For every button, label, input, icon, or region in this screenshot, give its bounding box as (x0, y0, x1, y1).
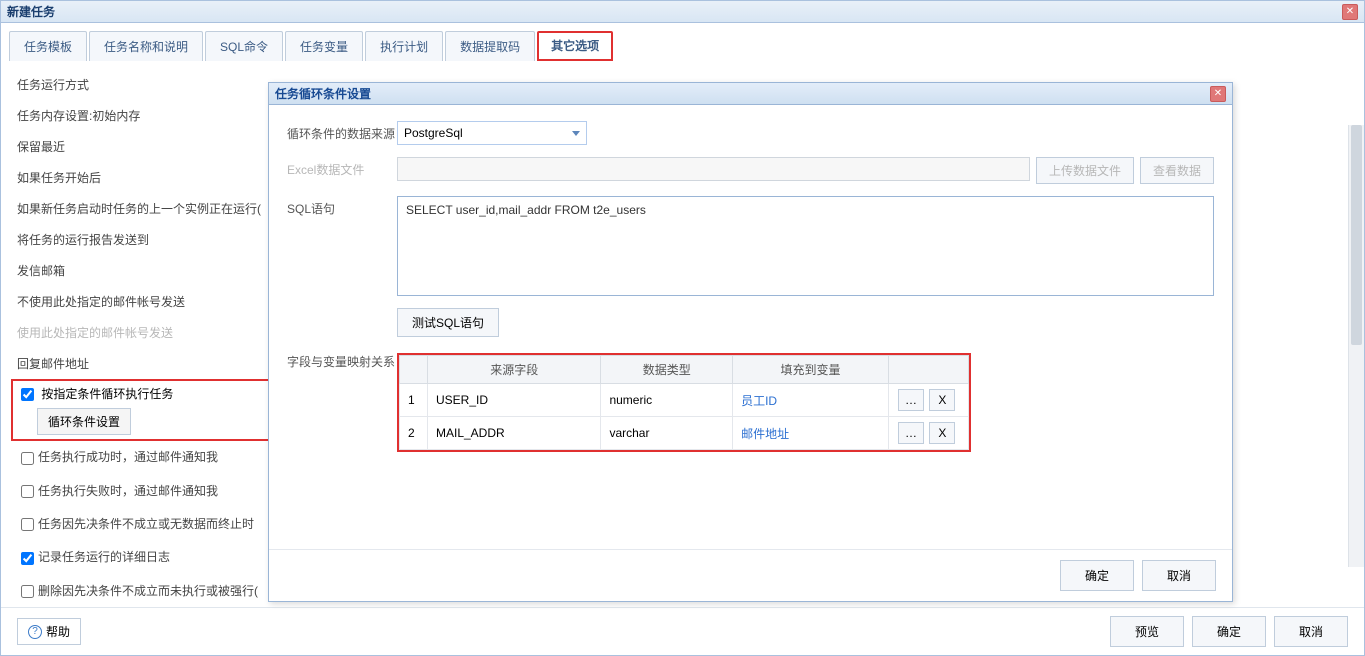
chevron-down-icon (572, 131, 580, 136)
remove-button[interactable]: X (929, 389, 955, 411)
loop-settings-button[interactable]: 循环条件设置 (37, 408, 131, 435)
remove-button[interactable]: X (929, 422, 955, 444)
help-icon: ? (28, 625, 42, 639)
tabs: 任务模板 任务名称和说明 SQL命令 任务变量 执行计划 数据提取码 其它选项 (1, 23, 1364, 61)
test-sql-button[interactable]: 测试SQL语句 (397, 308, 499, 337)
tab-schedule[interactable]: 执行计划 (365, 31, 443, 61)
sql-label: SQL语句 (287, 196, 397, 217)
data-source-select[interactable]: PostgreSql (397, 121, 587, 145)
scroll-thumb[interactable] (1351, 125, 1362, 345)
dialog-cancel-button[interactable]: 取消 (1142, 560, 1216, 591)
close-icon[interactable]: ✕ (1342, 4, 1358, 20)
cb3[interactable] (21, 518, 34, 531)
cb1[interactable] (21, 452, 34, 465)
help-button[interactable]: ? 帮助 (17, 618, 81, 645)
tab-sql[interactable]: SQL命令 (205, 31, 283, 61)
dialog-close-icon[interactable]: ✕ (1210, 86, 1226, 102)
window-title: 新建任务 (7, 3, 1342, 20)
cancel-button[interactable]: 取消 (1274, 616, 1348, 647)
opt-keep-recent: 保留最近 (17, 131, 277, 162)
excel-path-input (397, 157, 1030, 181)
loop-label: 按指定条件循环执行任务 (41, 387, 173, 401)
cb-row-2: 任务执行失败时，通过邮件通知我 (17, 475, 277, 508)
var-link[interactable]: 员工ID (733, 384, 889, 417)
loop-checkbox[interactable] (21, 388, 34, 401)
tab-variables[interactable]: 任务变量 (285, 31, 363, 61)
opt-memory: 任务内存设置:初始内存 (17, 100, 277, 131)
dialog-ok-button[interactable]: 确定 (1060, 560, 1134, 591)
loop-settings-dialog: 任务循环条件设置 ✕ 循环条件的数据来源 PostgreSql Excel数据文… (268, 82, 1233, 602)
mapping-label: 字段与变量映射关系 (287, 349, 397, 370)
sql-textarea[interactable]: SELECT user_id,mail_addr FROM t2e_users (397, 196, 1214, 296)
browse-button[interactable]: … (898, 422, 924, 444)
opt-send-mailbox: 发信邮箱 (17, 255, 277, 286)
cb-row-3: 任务因先决条件不成立或无数据而终止时 (17, 508, 277, 541)
opt-reply-addr: 回复邮件地址 (17, 348, 277, 379)
cb2[interactable] (21, 485, 34, 498)
opt-if-start: 如果任务开始后 (17, 162, 277, 193)
mapping-highlight: 来源字段 数据类型 填充到变量 1 USER_ID numeric 员工ID (397, 353, 971, 452)
excel-label: Excel数据文件 (287, 157, 397, 178)
col-var: 填充到变量 (733, 356, 889, 384)
ok-button[interactable]: 确定 (1192, 616, 1266, 647)
cb-row-5: 删除因先决条件不成立而未执行或被强行( (17, 575, 277, 607)
data-source-value: PostgreSql (404, 126, 463, 140)
tab-extract[interactable]: 数据提取码 (445, 31, 535, 61)
opt-report-to: 将任务的运行报告发送到 (17, 224, 277, 255)
var-link[interactable]: 邮件地址 (733, 417, 889, 450)
data-source-label: 循环条件的数据来源 (287, 121, 397, 142)
option-list: 任务运行方式 任务内存设置:初始内存 保留最近 如果任务开始后 如果新任务启动时… (17, 69, 277, 607)
dialog-title: 任务循环条件设置 (275, 85, 1210, 102)
tab-name-desc[interactable]: 任务名称和说明 (89, 31, 203, 61)
dialog-content: 循环条件的数据来源 PostgreSql Excel数据文件 上传数据文件 查看… (269, 105, 1232, 549)
preview-button[interactable]: 预览 (1110, 616, 1184, 647)
cb-row-4: 记录任务运行的详细日志 (17, 541, 277, 574)
opt-run-mode: 任务运行方式 (17, 69, 277, 100)
window-titlebar: 新建任务 ✕ (1, 1, 1364, 23)
view-data-button[interactable]: 查看数据 (1140, 157, 1214, 184)
col-source: 来源字段 (428, 356, 601, 384)
opt-if-new: 如果新任务启动时任务的上一个实例正在运行( (17, 193, 277, 224)
cb5[interactable] (21, 585, 34, 598)
scrollbar[interactable] (1348, 125, 1364, 567)
table-row: 1 USER_ID numeric 员工ID … X (400, 384, 969, 417)
upload-button[interactable]: 上传数据文件 (1036, 157, 1134, 184)
dialog-footer: 确定 取消 (269, 549, 1232, 601)
col-type: 数据类型 (601, 356, 733, 384)
table-row: 2 MAIL_ADDR varchar 邮件地址 … X (400, 417, 969, 450)
loop-checkbox-row: 按指定条件循环执行任务 (17, 385, 271, 404)
browse-button[interactable]: … (898, 389, 924, 411)
dialog-titlebar: 任务循环条件设置 ✕ (269, 83, 1232, 105)
cb4[interactable] (21, 552, 34, 565)
opt-use-mail: 使用此处指定的邮件帐号发送 (17, 317, 277, 348)
tab-other-options[interactable]: 其它选项 (537, 31, 613, 61)
mapping-table: 来源字段 数据类型 填充到变量 1 USER_ID numeric 员工ID (399, 355, 969, 450)
main-footer: ? 帮助 预览 确定 取消 (1, 607, 1364, 655)
opt-not-use-mail: 不使用此处指定的邮件帐号发送 (17, 286, 277, 317)
loop-highlight: 按指定条件循环执行任务 循环条件设置 (11, 379, 277, 441)
cb-row-1: 任务执行成功时，通过邮件通知我 (17, 441, 277, 474)
tab-template[interactable]: 任务模板 (9, 31, 87, 61)
